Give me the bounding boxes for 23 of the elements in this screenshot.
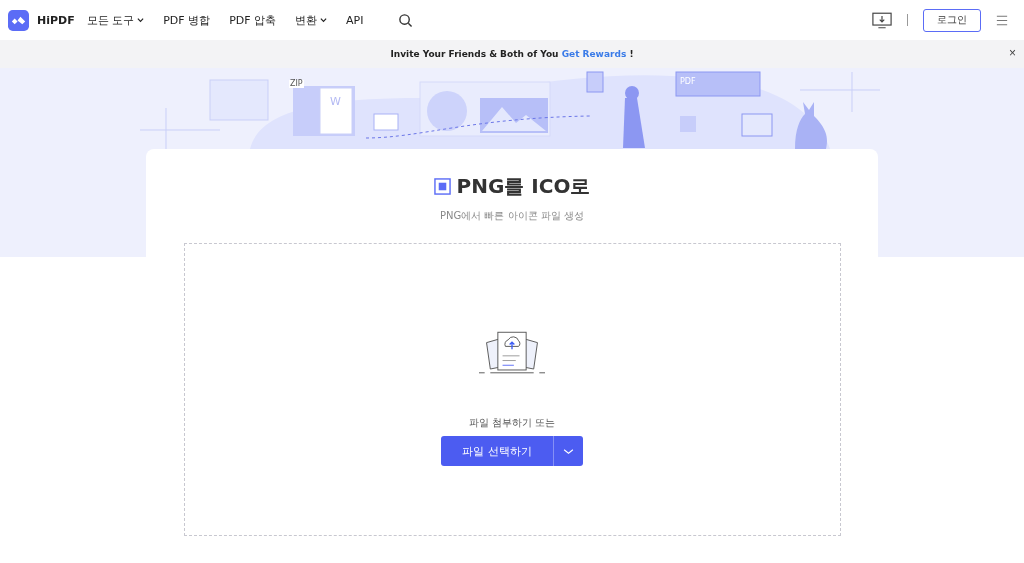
choose-file-button[interactable]: 파일 선택하기 [441, 436, 553, 466]
drop-hint: 파일 첨부하기 또는 [468, 416, 556, 430]
tool-subtitle: PNG에서 빠른 아이콘 파일 생성 [440, 209, 584, 223]
nav-link[interactable]: API [346, 13, 364, 27]
promo-text: Invite Your Friends & Both of You Get Rewards ! [390, 49, 634, 59]
desktop-download-icon[interactable] [872, 11, 892, 29]
image-file-icon [433, 178, 451, 195]
chevron-down-icon [563, 447, 574, 455]
nav-link[interactable]: PDF 병합 [163, 12, 211, 28]
brand-name[interactable]: HiPDF [37, 13, 75, 27]
login-button[interactable]: 로그인 [923, 8, 981, 32]
search-icon[interactable] [398, 12, 414, 28]
nav-link[interactable]: 변환 [295, 12, 328, 28]
drop-zone[interactable]: 파일 첨부하기 또는 파일 선택하기 [183, 243, 841, 536]
nav-link[interactable]: 모든 도구 [86, 12, 145, 28]
menu-icon[interactable] [996, 14, 1008, 26]
nav-link[interactable]: PDF 압축 [229, 12, 277, 28]
chevron-down-icon[interactable] [320, 17, 328, 23]
tool-title: PNG를 ICO로 [456, 173, 591, 200]
close-button[interactable]: × [1007, 46, 1018, 60]
chevron-down-icon[interactable] [137, 17, 145, 23]
rewards-link[interactable]: Get Rewards [561, 49, 627, 59]
logo-icon[interactable] [8, 9, 29, 31]
